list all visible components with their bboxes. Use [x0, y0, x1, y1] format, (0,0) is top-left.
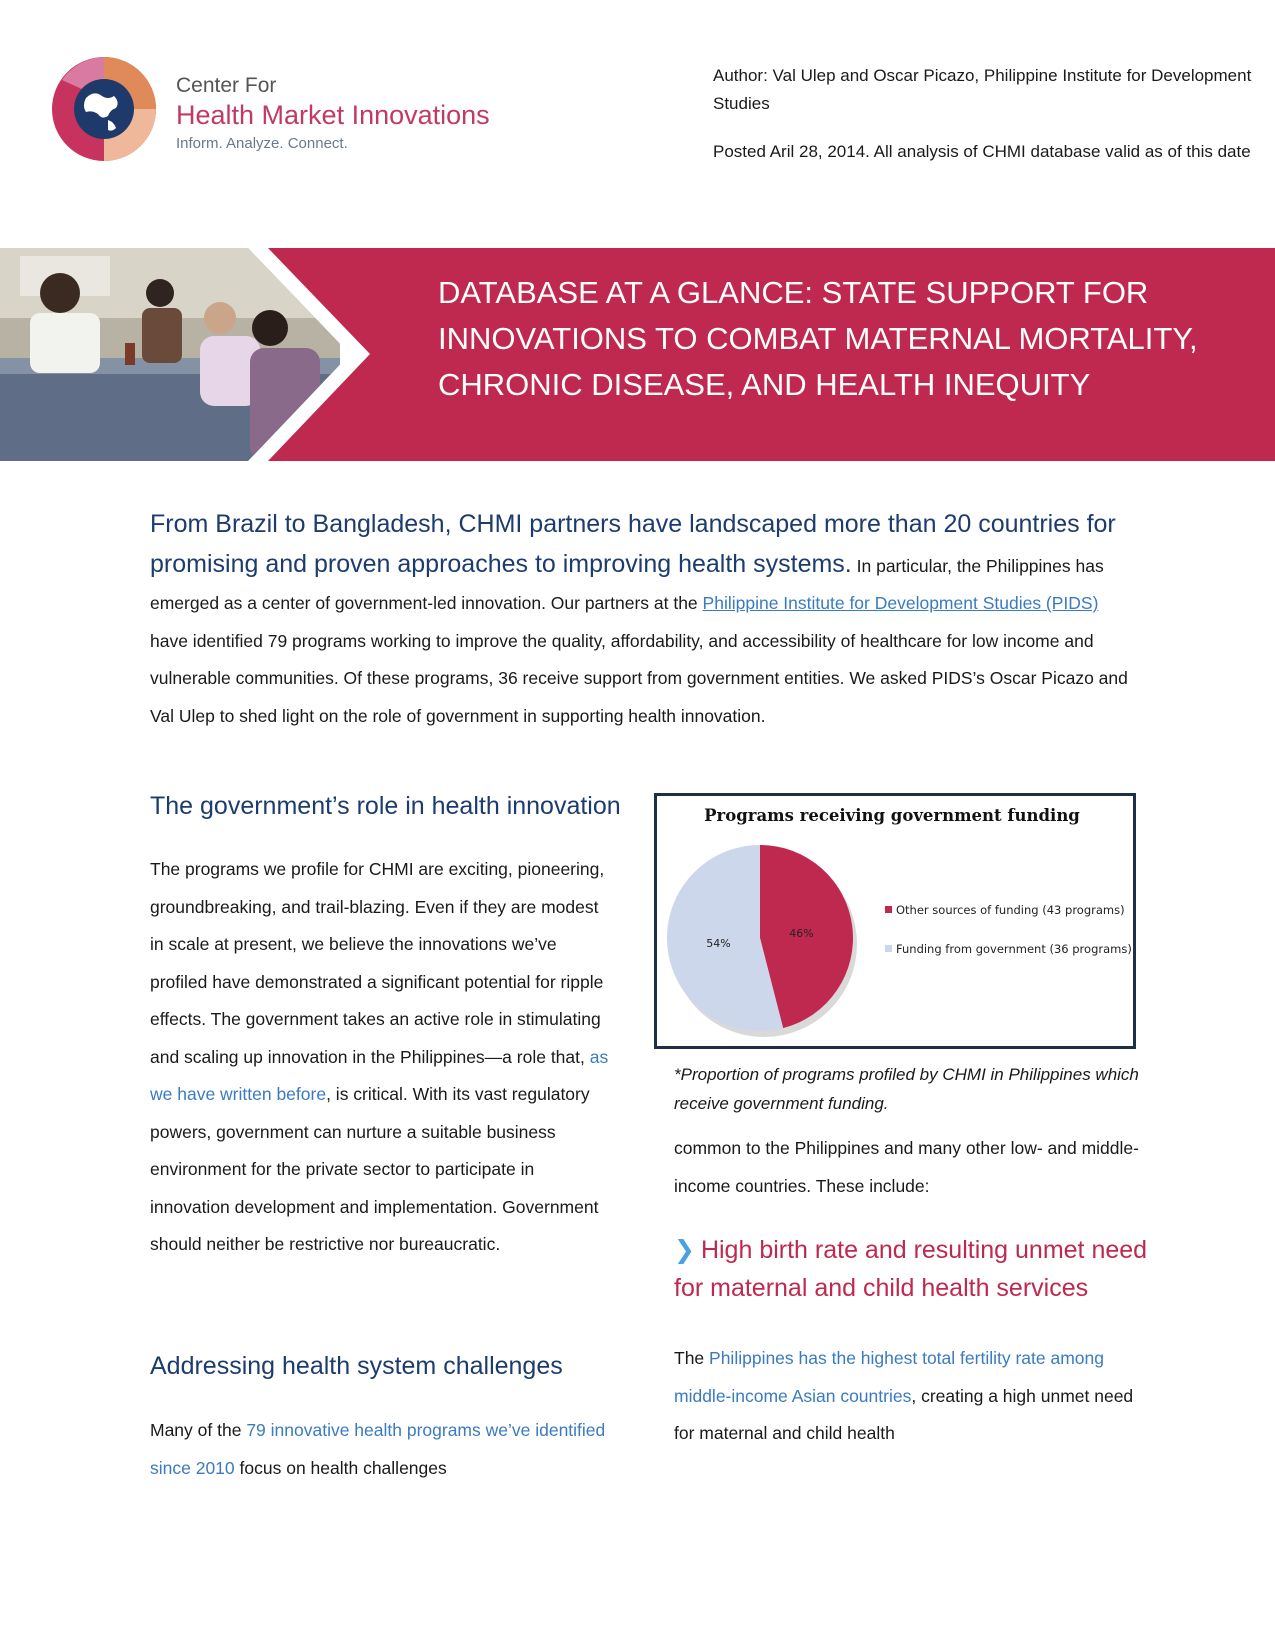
pids-link[interactable]: Philippine Institute for Development Stu…: [703, 593, 1099, 613]
section-heading-challenges: Addressing health system challenges: [150, 1352, 563, 1380]
legend-swatch-1: [885, 945, 892, 952]
logo-text-center-for: Center For: [176, 74, 277, 97]
chevron-right-icon: ❯: [674, 1236, 695, 1264]
intro-text-2: have identified 79 programs working to i…: [150, 630, 1128, 726]
fertility-text-1: The: [674, 1348, 710, 1368]
pie-data-label-1: 54%: [706, 937, 730, 950]
section-heading-government-role: The government’s role in health innovati…: [150, 792, 621, 820]
legend-swatch-0: [885, 906, 892, 913]
article-meta: Author: Val Ulep and Oscar Picazo, Phili…: [713, 62, 1268, 186]
logo-tagline: Inform. Analyze. Connect.: [176, 135, 348, 152]
chart-title: Programs receiving government funding: [704, 806, 1080, 825]
page-title: DATABASE AT A GLANCE: STATE SUPPORT FOR …: [438, 275, 1198, 402]
legend-label-0: Other sources of funding (43 programs): [896, 903, 1125, 917]
funding-pie-chart: Programs receiving government funding 46…: [654, 793, 1136, 1049]
title-banner: DATABASE AT A GLANCE: STATE SUPPORT FOR …: [0, 248, 1275, 461]
posted-line: Posted Aril 28, 2014. All analysis of CH…: [713, 142, 1251, 161]
role-text-2: , is critical. With its vast regulatory …: [150, 1084, 599, 1254]
challenges-paragraph: Many of the 79 innovative health program…: [150, 1412, 610, 1487]
chart-caption: *Proportion of programs profiled by CHMI…: [674, 1065, 1139, 1113]
globe-logo-icon: [52, 57, 156, 161]
pie-data-label-0: 46%: [789, 927, 813, 940]
logo-text-health-market: Health Market Innovations: [176, 100, 490, 130]
subheading-birth-rate: ❯ High birth rate and resulting unmet nee…: [674, 1232, 1154, 1307]
government-role-paragraph: The programs we profile for CHMI are exc…: [150, 851, 610, 1264]
subheading-birth-rate-text: High birth rate and resulting unmet need…: [674, 1236, 1148, 1302]
fertility-paragraph: The Philippines has the highest total fe…: [674, 1340, 1144, 1453]
author-line: Author: Val Ulep and Oscar Picazo, Phili…: [713, 66, 1252, 113]
pie-chart-svg: Programs receiving government funding 46…: [667, 806, 1132, 1037]
challenges-text-2: focus on health challenges: [234, 1457, 447, 1478]
chmi-logo: Center For Health Market Innovations Inf…: [50, 50, 510, 170]
legend-label-1: Funding from government (36 programs): [896, 942, 1132, 956]
challenges-text-1: Many of the: [150, 1420, 247, 1440]
continuation-paragraph: common to the Philippines and many other…: [674, 1138, 1139, 1196]
role-text-1: The programs we profile for CHMI are exc…: [150, 859, 605, 1067]
clinic-photo-image: [0, 248, 340, 461]
intro-paragraph: From Brazil to Bangladesh, CHMI partners…: [150, 506, 1140, 735]
